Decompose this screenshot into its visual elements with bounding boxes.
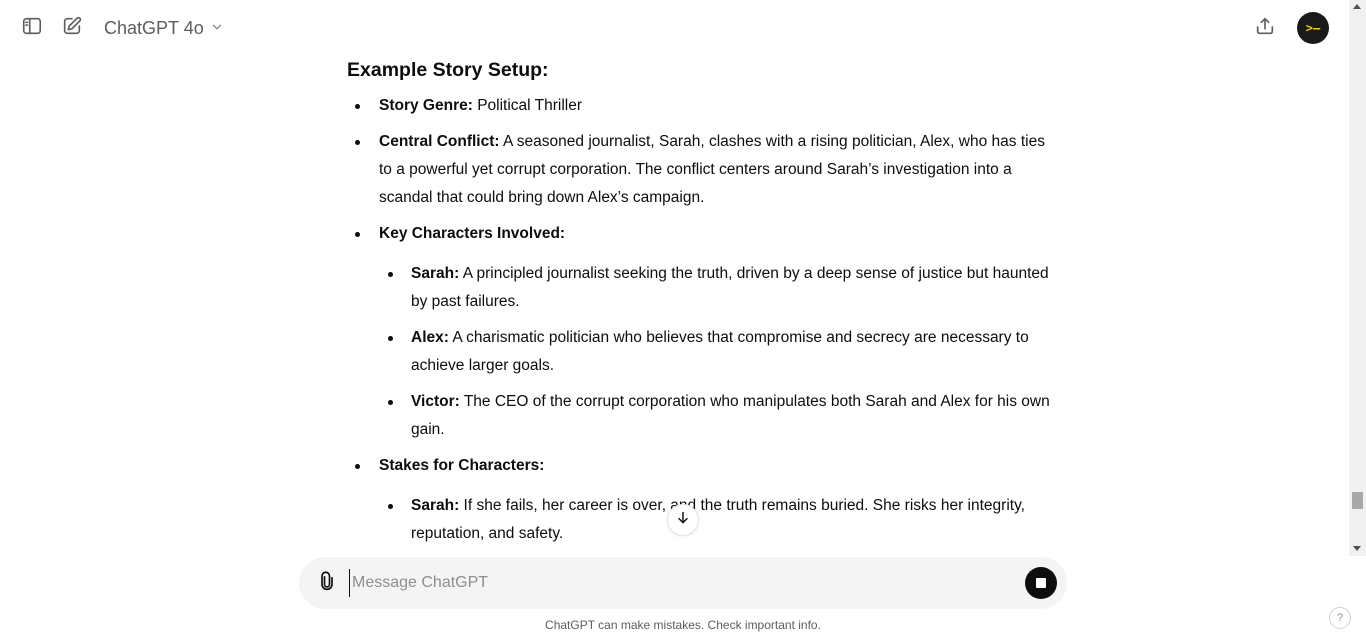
list-item: Victor: The CEO of the corrupt corporati… [379,388,1053,444]
item-label: Stakes for Characters: [379,457,545,474]
list-item: Key Characters Involved: Sarah: A princi… [347,220,1053,444]
sidebar-icon [21,15,43,42]
scroll-to-bottom-button[interactable] [667,504,699,536]
scroll-up-arrow-icon[interactable] [1353,4,1361,9]
scrollbar-thumb[interactable] [1352,492,1363,509]
item-text: If she fails, her career is over, and th… [411,497,1025,542]
item-text: A charismatic politician who believes th… [411,329,1029,374]
item-text: Political Thriller [472,97,582,114]
item-label: Central Conflict: [379,133,500,150]
item-label: Key Characters Involved: [379,225,566,242]
characters-list: Sarah: A principled journalist seeking t… [379,260,1053,444]
model-label: ChatGPT 4o [104,17,204,38]
list-item: Story Genre: Political Thriller [347,92,1053,120]
new-chat-icon [61,15,83,42]
item-label: Story Genre: [379,97,473,114]
avatar[interactable]: >— [1297,12,1329,44]
item-text: The CEO of the corrupt corporation who m… [411,393,1050,438]
scroll-down-arrow-icon[interactable] [1353,546,1361,551]
attach-button[interactable] [313,569,341,597]
item-label: Sarah: [411,265,460,282]
model-selector[interactable]: ChatGPT 4o [98,10,230,46]
conversation-area: Example Story Setup: Story Genre: Politi… [0,0,1349,556]
message-input[interactable] [349,569,1009,597]
sidebar-toggle-button[interactable] [14,10,50,46]
help-button[interactable]: ? [1329,607,1351,629]
share-button[interactable] [1247,10,1283,46]
arrow-down-icon [675,510,691,531]
item-label: Alex: [411,329,449,346]
stop-icon [1036,578,1046,588]
item-label: Victor: [411,393,460,410]
disclaimer: ChatGPT can make mistakes. Check importa… [545,618,821,632]
assistant-message: Example Story Setup: Story Genre: Politi… [347,56,1053,556]
list-item: Central Conflict: A seasoned journalist,… [347,128,1053,212]
paperclip-icon [317,570,337,596]
list-item: Stakes for Characters: Sarah: If she fai… [347,452,1053,548]
stakes-list: Sarah: If she fails, her career is over,… [379,492,1053,548]
item-text: A principled journalist seeking the trut… [411,265,1049,310]
list-item: Sarah: A principled journalist seeking t… [379,260,1053,316]
new-chat-button[interactable] [54,10,90,46]
page-scrollbar[interactable] [1349,0,1366,556]
setup-list: Story Genre: Political Thriller Central … [347,92,1053,548]
item-label: Sarah: [411,497,460,514]
top-bar: ChatGPT 4o >— [0,0,1349,56]
share-icon [1254,15,1276,42]
section-heading: Example Story Setup: [347,59,549,81]
list-item: Sarah: If she fails, her career is over,… [379,492,1053,548]
list-item: Alex: A charismatic politician who belie… [379,324,1053,380]
chevron-down-icon [210,18,224,39]
stop-generating-button[interactable] [1025,567,1057,599]
composer [299,557,1067,609]
